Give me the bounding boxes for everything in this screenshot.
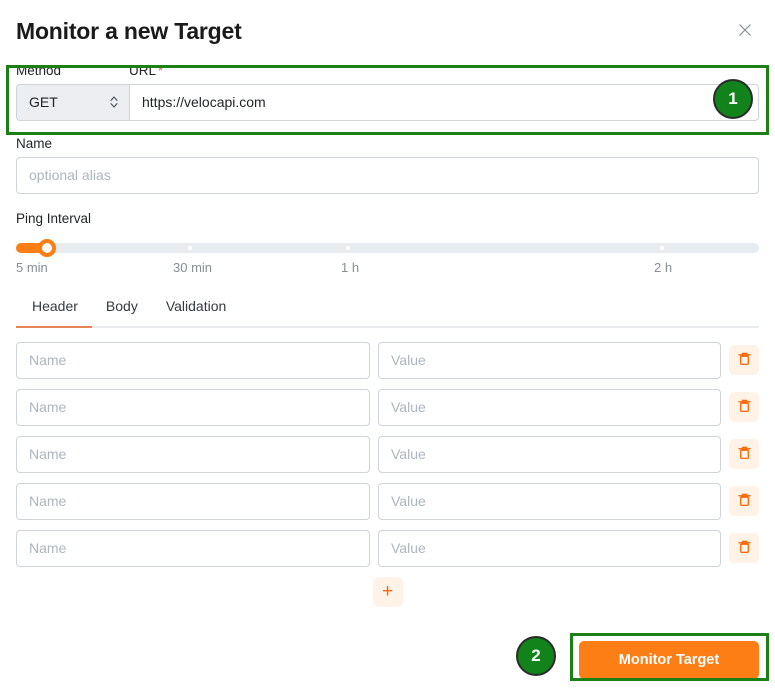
monitor-target-dialog: Monitor a new Target Method GET URL * ht… bbox=[0, 0, 775, 695]
name-field: Name bbox=[16, 135, 759, 194]
slider-mark-0: 5 min bbox=[16, 259, 48, 275]
slider-tick-30min bbox=[188, 245, 192, 250]
header-name-input[interactable] bbox=[16, 388, 370, 426]
table-row bbox=[16, 482, 759, 520]
slider-mark-1: 30 min bbox=[173, 259, 213, 275]
add-header-button[interactable]: + bbox=[372, 576, 403, 607]
required-marker: * bbox=[158, 63, 164, 78]
method-select[interactable]: GET bbox=[16, 83, 129, 121]
header-value-cell bbox=[378, 341, 721, 379]
slider-mark-2: 1 h bbox=[341, 259, 360, 275]
monitor-target-button[interactable]: Monitor Target bbox=[579, 641, 759, 679]
header-value-input[interactable] bbox=[378, 482, 721, 520]
header-name-cell bbox=[16, 388, 370, 426]
name-input[interactable] bbox=[16, 156, 759, 194]
dialog-header: Monitor a new Target bbox=[16, 0, 759, 58]
delete-row-button[interactable] bbox=[729, 486, 759, 517]
header-value-cell bbox=[378, 388, 721, 426]
header-name-input[interactable] bbox=[16, 482, 370, 520]
header-rows: + bbox=[16, 341, 759, 607]
header-name-cell bbox=[16, 482, 370, 520]
method-url-row: Method GET URL * bbox=[16, 58, 759, 121]
table-row bbox=[16, 341, 759, 379]
method-field: Method GET bbox=[16, 63, 129, 121]
trash-icon bbox=[737, 352, 751, 369]
trash-icon bbox=[737, 540, 751, 557]
annotation-badge-2: 2 bbox=[516, 636, 556, 676]
delete-row-button[interactable] bbox=[729, 439, 759, 470]
header-value-cell bbox=[378, 529, 721, 567]
delete-row-button[interactable] bbox=[729, 533, 759, 564]
table-row bbox=[16, 388, 759, 426]
delete-row-button[interactable] bbox=[729, 345, 759, 376]
table-row bbox=[16, 435, 759, 473]
delete-row-button[interactable] bbox=[729, 392, 759, 423]
ping-interval-slider[interactable]: 5 min 30 min 1 h 2 h bbox=[16, 238, 759, 280]
header-name-cell bbox=[16, 341, 370, 379]
header-name-cell bbox=[16, 529, 370, 567]
tab-header[interactable]: Header bbox=[16, 294, 92, 328]
method-select-wrap: GET bbox=[16, 83, 129, 121]
annotation-badge-1: 1 bbox=[713, 79, 753, 119]
trash-icon bbox=[737, 446, 751, 463]
slider-track[interactable] bbox=[16, 242, 759, 253]
close-icon[interactable] bbox=[733, 18, 757, 42]
add-row-container: + bbox=[16, 576, 759, 607]
tab-body[interactable]: Body bbox=[92, 294, 152, 326]
trash-icon bbox=[737, 493, 751, 510]
header-name-input[interactable] bbox=[16, 435, 370, 473]
header-value-cell bbox=[378, 435, 721, 473]
url-field: URL * bbox=[129, 63, 759, 121]
slider-thumb[interactable] bbox=[38, 238, 56, 257]
header-value-input[interactable] bbox=[378, 388, 721, 426]
tab-validation[interactable]: Validation bbox=[152, 294, 240, 326]
slider-tick-1h bbox=[346, 245, 350, 250]
header-value-input[interactable] bbox=[378, 529, 721, 567]
ping-interval-label: Ping Interval bbox=[16, 210, 92, 226]
header-name-cell bbox=[16, 435, 370, 473]
method-label: Method bbox=[16, 63, 62, 78]
header-value-cell bbox=[378, 482, 721, 520]
ping-interval-field: Ping Interval 5 min 30 min 1 h 2 h bbox=[16, 210, 759, 280]
header-name-input[interactable] bbox=[16, 529, 370, 567]
slider-mark-3: 2 h bbox=[654, 259, 673, 275]
request-tabs: Header Body Validation bbox=[16, 294, 759, 328]
header-name-input[interactable] bbox=[16, 341, 370, 379]
url-input[interactable] bbox=[129, 83, 759, 121]
url-label-text: URL bbox=[129, 63, 157, 78]
table-row bbox=[16, 529, 759, 567]
trash-icon bbox=[737, 399, 751, 416]
page-title: Monitor a new Target bbox=[16, 17, 242, 44]
header-value-input[interactable] bbox=[378, 435, 721, 473]
name-label: Name bbox=[16, 135, 53, 151]
header-value-input[interactable] bbox=[378, 341, 721, 379]
dialog-footer: Monitor Target bbox=[579, 641, 759, 679]
url-label: URL * bbox=[129, 63, 759, 79]
slider-tick-2h bbox=[660, 245, 664, 250]
